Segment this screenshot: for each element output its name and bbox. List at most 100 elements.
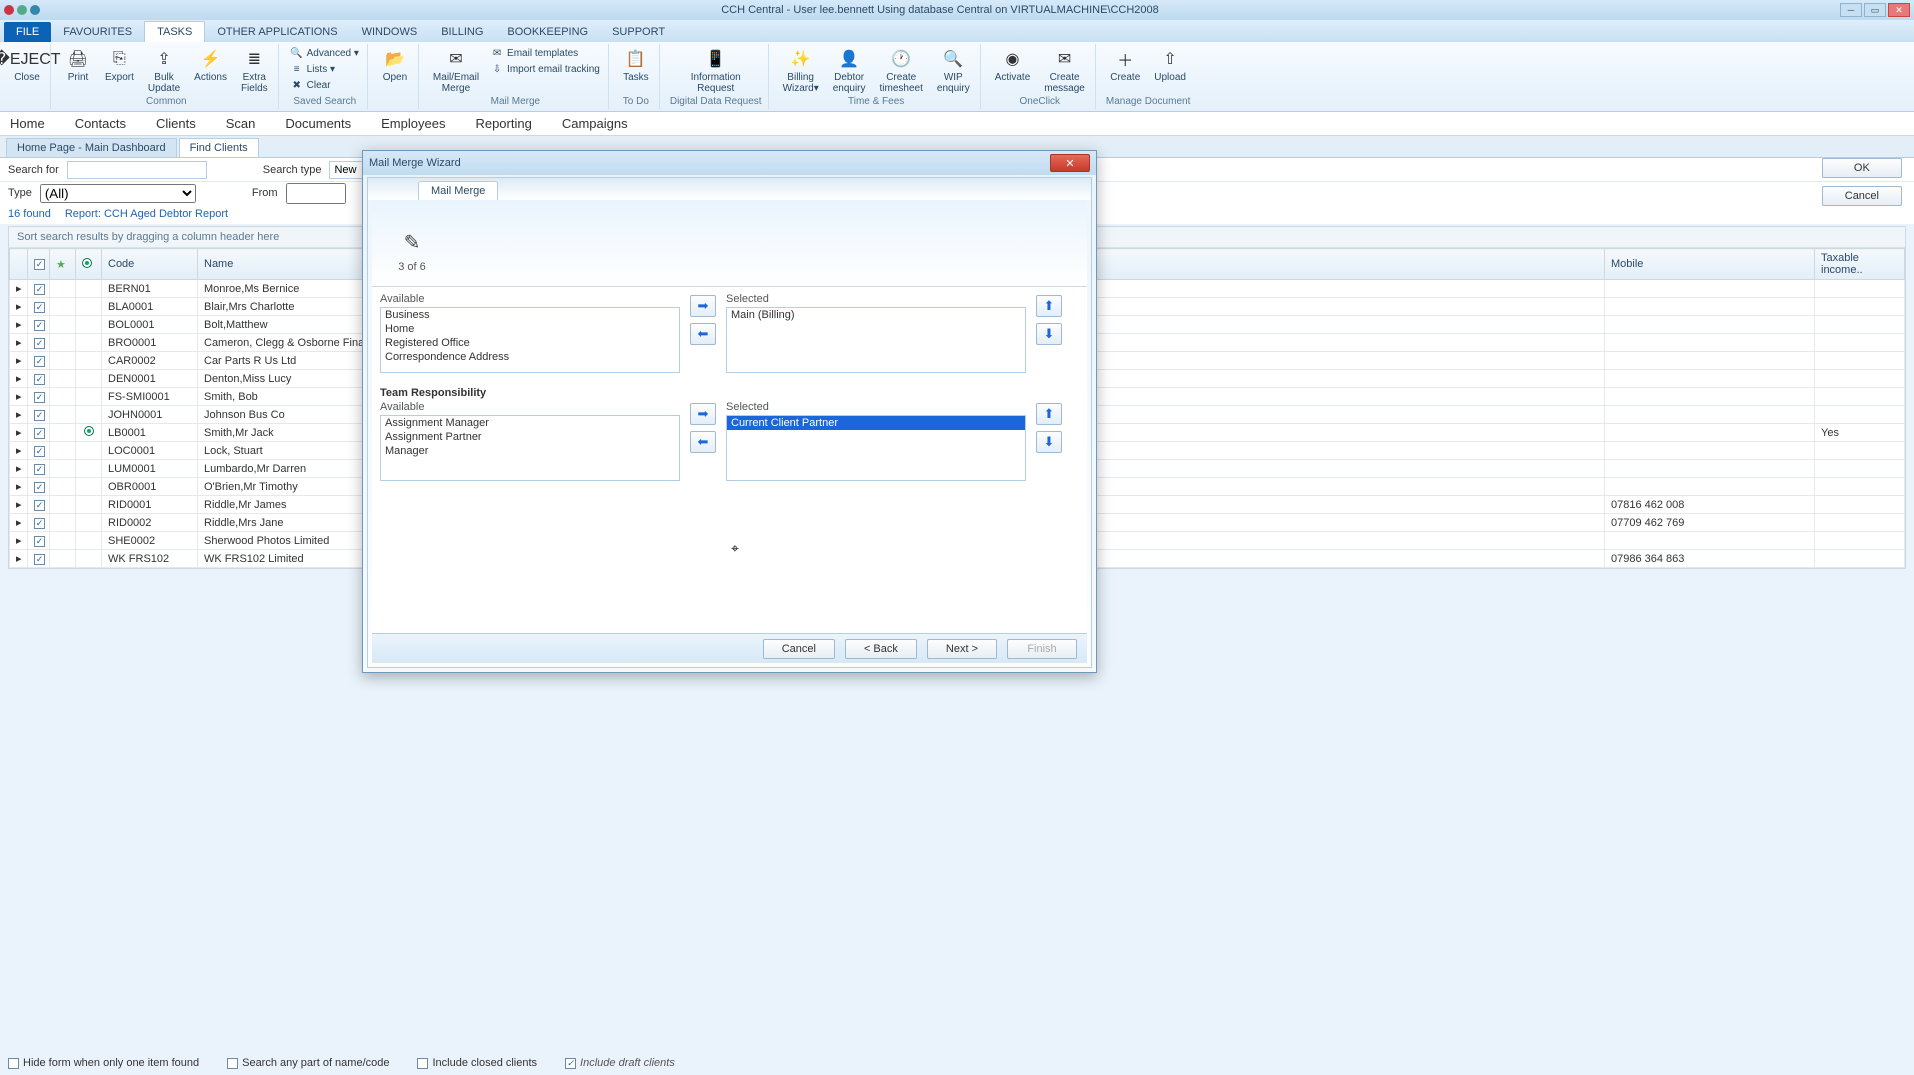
available-list-2[interactable]: Assignment ManagerAssignment PartnerMana… (380, 415, 680, 481)
modal-next-button[interactable]: Next > (927, 639, 997, 659)
available-list-1[interactable]: BusinessHomeRegistered OfficeCorresponde… (380, 307, 680, 373)
cell-tax (1815, 406, 1905, 424)
move-left-button[interactable]: ⬅ (690, 323, 716, 345)
opt-closed[interactable]: Include closed clients (417, 1057, 537, 1069)
window-close-button[interactable]: ✕ (1888, 3, 1910, 17)
page-tab[interactable]: Home Page - Main Dashboard (6, 138, 177, 157)
minimize-button[interactable]: ─ (1840, 3, 1862, 17)
report-link[interactable]: Report: CCH Aged Debtor Report (65, 208, 228, 220)
cell-tax (1815, 460, 1905, 478)
ribbon-button[interactable]: 🖨Print (61, 46, 95, 85)
ribbon-button[interactable]: 📋Tasks (619, 46, 653, 85)
ribbon-button[interactable]: ◉Activate (991, 46, 1035, 85)
opt-draft[interactable]: ✓Include draft clients (565, 1057, 675, 1069)
nav-item[interactable]: Contacts (75, 116, 126, 131)
ribbon-tab-file[interactable]: FILE (4, 22, 51, 42)
list-item[interactable]: Main (Billing) (727, 308, 1025, 322)
ribbon-button[interactable]: ≣Extra Fields (237, 46, 272, 96)
move-right-button[interactable]: ➡ (690, 295, 716, 317)
ribbon-button[interactable]: 📂Open (378, 46, 412, 85)
modal-titlebar[interactable]: Mail Merge Wizard ✕ (363, 151, 1096, 175)
searchfor-input[interactable] (67, 161, 207, 179)
ribbon-button[interactable]: ⚡Actions (190, 46, 231, 85)
nav-item[interactable]: Scan (226, 116, 256, 131)
selected-list-1[interactable]: Main (Billing) (726, 307, 1026, 373)
move-right-button[interactable]: ➡ (690, 403, 716, 425)
nav-item[interactable]: Clients (156, 116, 196, 131)
ribbon-button[interactable]: ⎘Export (101, 46, 138, 85)
list-item[interactable]: Manager (381, 444, 679, 458)
list-item[interactable]: Registered Office (381, 336, 679, 350)
modal-close-button[interactable]: ✕ (1050, 154, 1090, 172)
list-item[interactable]: Home (381, 322, 679, 336)
qat-icon[interactable] (17, 5, 27, 15)
cancel-button[interactable]: Cancel (1822, 186, 1902, 206)
ribbon-button[interactable]: ✉Create message (1040, 46, 1089, 96)
cell-tax (1815, 316, 1905, 334)
ribbon-small-button[interactable]: ≡Lists ▾ (289, 62, 361, 76)
col-code[interactable]: Code (102, 249, 198, 280)
from-input[interactable] (286, 183, 346, 204)
move-up-button[interactable]: ⬆ (1036, 295, 1062, 317)
list-item[interactable]: Current Client Partner (727, 416, 1025, 430)
ribbon-button[interactable]: ✉Mail/Email Merge (429, 46, 483, 96)
ribbon-button[interactable]: 👤Debtor enquiry (829, 46, 870, 96)
qat-icon[interactable] (4, 5, 14, 15)
col-taxable[interactable]: Taxable income.. (1815, 249, 1905, 280)
ribbon-button[interactable]: 🕐Create timesheet (876, 46, 927, 96)
ribbon-button[interactable]: ✨Billing Wizard▾ (779, 46, 823, 96)
maximize-button[interactable]: ▭ (1864, 3, 1886, 17)
ribbon-tab[interactable]: SUPPORT (600, 22, 677, 42)
list-item[interactable]: Assignment Partner (381, 430, 679, 444)
modal-tab[interactable]: Mail Merge (418, 181, 498, 200)
selected-list-2[interactable]: Current Client Partner (726, 415, 1026, 481)
type-select[interactable]: (All) (40, 184, 196, 203)
modal-finish-button[interactable]: Finish (1007, 639, 1077, 659)
ribbon-button[interactable]: ⇧Upload (1150, 46, 1190, 85)
move-up-button[interactable]: ⬆ (1036, 403, 1062, 425)
nav-item[interactable]: Home (10, 116, 45, 131)
ribbon-button[interactable]: 🔍WIP enquiry (933, 46, 974, 96)
list-item[interactable]: Correspondence Address (381, 350, 679, 364)
col-star[interactable]: ★ (50, 249, 76, 280)
col-handle[interactable] (10, 249, 28, 280)
ok-button[interactable]: OK (1822, 158, 1902, 178)
cell-mobile (1605, 532, 1815, 550)
nav-item[interactable]: Campaigns (562, 116, 628, 131)
qat-icon[interactable] (30, 5, 40, 15)
col-mark[interactable] (76, 249, 102, 280)
ribbon-small-button[interactable]: ⇩Import email tracking (489, 62, 602, 76)
move-down-button[interactable]: ⬇ (1036, 431, 1062, 453)
cell-mobile: 07709 462 769 (1605, 514, 1815, 532)
move-left-button[interactable]: ⬅ (690, 431, 716, 453)
ribbon-tab[interactable]: FAVOURITES (51, 22, 144, 42)
cell-mobile (1605, 352, 1815, 370)
ribbon-button[interactable]: ＋Create (1106, 46, 1144, 85)
ribbon-small-button[interactable]: ✉Email templates (489, 46, 602, 60)
ribbon-tab[interactable]: WINDOWS (350, 22, 430, 42)
ribbon-button[interactable]: ⇪Bulk Update (144, 46, 184, 96)
modal-cancel-button[interactable]: Cancel (763, 639, 835, 659)
ribbon-small-button[interactable]: ✖Clear (289, 78, 361, 92)
col-mobile[interactable]: Mobile (1605, 249, 1815, 280)
ribbon-icon: ⇪ (153, 48, 175, 70)
list-item[interactable]: Business (381, 308, 679, 322)
opt-hide[interactable]: Hide form when only one item found (8, 1057, 199, 1069)
ribbon-tab[interactable]: BILLING (429, 22, 495, 42)
list-item[interactable]: Assignment Manager (381, 416, 679, 430)
ribbon-button[interactable]: �EJECTClose (10, 46, 44, 85)
cell-code: LB0001 (102, 424, 198, 442)
ribbon-tab[interactable]: TASKS (144, 21, 205, 42)
modal-back-button[interactable]: < Back (845, 639, 917, 659)
nav-item[interactable]: Employees (381, 116, 445, 131)
col-check[interactable]: ✓ (28, 249, 50, 280)
ribbon-tab[interactable]: BOOKKEEPING (495, 22, 600, 42)
nav-item[interactable]: Documents (285, 116, 351, 131)
ribbon-tab[interactable]: OTHER APPLICATIONS (205, 22, 349, 42)
opt-searchany[interactable]: Search any part of name/code (227, 1057, 389, 1069)
ribbon-button[interactable]: 📱Information Request (687, 46, 745, 96)
move-down-button[interactable]: ⬇ (1036, 323, 1062, 345)
page-tab[interactable]: Find Clients (179, 138, 259, 157)
nav-item[interactable]: Reporting (475, 116, 531, 131)
ribbon-small-button[interactable]: 🔍Advanced ▾ (289, 46, 361, 60)
